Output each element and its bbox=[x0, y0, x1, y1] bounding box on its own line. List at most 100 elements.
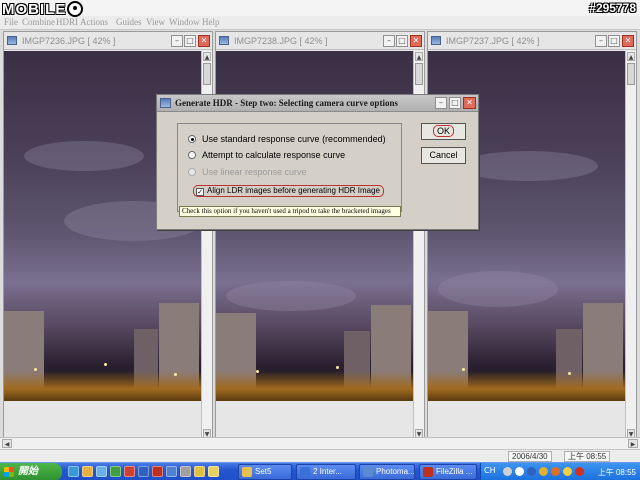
radio-icon bbox=[188, 168, 196, 176]
quicklaunch-desktop-icon[interactable] bbox=[96, 466, 107, 477]
menu-guides[interactable]: Guides bbox=[116, 17, 142, 27]
task-label: Set5 bbox=[255, 467, 272, 476]
cloud bbox=[24, 141, 144, 171]
logo-eye-icon bbox=[67, 1, 84, 17]
task-filezilla[interactable]: FileZilla ... bbox=[419, 464, 477, 480]
quicklaunch-word-icon[interactable] bbox=[138, 466, 149, 477]
ok-button[interactable]: OK bbox=[421, 123, 466, 140]
menu-help[interactable]: Help bbox=[202, 17, 220, 27]
image-icon bbox=[7, 36, 17, 45]
city-lights bbox=[216, 371, 414, 401]
align-ldr-checkbox[interactable]: ✓ Align LDR images before generating HDR … bbox=[193, 185, 384, 197]
tray-icon[interactable] bbox=[563, 467, 572, 476]
quicklaunch-media-icon[interactable] bbox=[194, 466, 205, 477]
scroll-thumb[interactable] bbox=[627, 63, 635, 85]
maximize-button[interactable]: □ bbox=[449, 97, 461, 109]
image-window-title: IMGP7236.JPG [ 42% ] bbox=[22, 36, 116, 46]
ok-label: OK bbox=[432, 125, 454, 137]
quicklaunch-tool-icon[interactable] bbox=[180, 466, 191, 477]
scroll-right-icon[interactable]: ▶ bbox=[628, 439, 638, 448]
browser-icon bbox=[300, 467, 310, 477]
scroll-up-icon[interactable]: ▲ bbox=[415, 52, 423, 61]
start-button[interactable]: 開始 bbox=[0, 463, 62, 480]
dialog-title: Generate HDR - Step two: Selecting camer… bbox=[175, 98, 398, 108]
image-window-title: IMGP7237.JPG [ 42% ] bbox=[446, 36, 540, 46]
minimize-button[interactable]: – bbox=[171, 35, 183, 47]
windows-flag-icon bbox=[4, 467, 14, 477]
maximize-button[interactable]: □ bbox=[184, 35, 196, 47]
image-window-2[interactable]: IMGP7238.JPG [ 42% ] – □ ✕ ▲ ▼ bbox=[215, 31, 425, 441]
scroll-thumb[interactable] bbox=[415, 63, 423, 85]
scroll-up-icon[interactable]: ▲ bbox=[627, 52, 635, 61]
vertical-scrollbar[interactable]: ▲ ▼ bbox=[625, 51, 636, 439]
minimize-button[interactable]: – bbox=[595, 35, 607, 47]
task-internet[interactable]: 2 Inter... bbox=[296, 464, 356, 480]
tray-icon[interactable] bbox=[503, 467, 512, 476]
input-language[interactable]: CH bbox=[484, 466, 496, 475]
tooltip-hint: Check this option if you haven't used a … bbox=[179, 206, 401, 217]
image-icon bbox=[219, 36, 229, 45]
quicklaunch-ie-icon[interactable] bbox=[68, 466, 79, 477]
quicklaunch-shortcut-icon[interactable] bbox=[208, 466, 219, 477]
task-label: Photoma... bbox=[376, 467, 415, 476]
checkbox-label: Align LDR images before generating HDR I… bbox=[207, 186, 380, 195]
scroll-left-icon[interactable]: ◀ bbox=[2, 439, 12, 448]
image-window-titlebar[interactable]: IMGP7237.JPG [ 42% ] – □ ✕ bbox=[428, 32, 636, 50]
menu-actions[interactable]: Actions bbox=[80, 17, 108, 27]
task-photomatix[interactable]: Photoma... bbox=[359, 464, 415, 480]
quicklaunch-photoshop-icon[interactable] bbox=[166, 466, 177, 477]
close-button[interactable]: ✕ bbox=[410, 35, 422, 47]
image-window-title: IMGP7238.JPG [ 42% ] bbox=[234, 36, 328, 46]
light-dot bbox=[104, 363, 107, 366]
start-label: 開始 bbox=[18, 466, 38, 477]
watermark-logo: MOBILE bbox=[2, 1, 84, 21]
maximize-button[interactable]: □ bbox=[396, 35, 408, 47]
minimize-button[interactable]: – bbox=[435, 97, 447, 109]
canvas-empty-area bbox=[4, 401, 202, 438]
scroll-up-icon[interactable]: ▲ bbox=[203, 52, 211, 61]
light-dot bbox=[568, 372, 571, 375]
filezilla-icon bbox=[423, 467, 433, 477]
option-label: Attempt to calculate response curve bbox=[202, 150, 346, 160]
image-window-titlebar[interactable]: IMGP7236.JPG [ 42% ] – □ ✕ bbox=[4, 32, 212, 50]
checkbox-checked-icon[interactable]: ✓ bbox=[196, 188, 204, 196]
tray-icon[interactable] bbox=[527, 467, 536, 476]
menu-window[interactable]: Window bbox=[169, 17, 200, 27]
image-window-titlebar[interactable]: IMGP7238.JPG [ 42% ] – □ ✕ bbox=[216, 32, 424, 50]
menubar: File Combine HDRI Actions Guides View Wi… bbox=[0, 16, 640, 30]
tray-icon[interactable] bbox=[551, 467, 560, 476]
cloud bbox=[226, 281, 356, 311]
task-label: FileZilla ... bbox=[436, 467, 473, 476]
option-standard-curve[interactable]: Use standard response curve (recommended… bbox=[188, 134, 386, 144]
system-tray: CH 上午 08:55 bbox=[480, 463, 640, 480]
post-id: #295778 bbox=[589, 1, 636, 15]
image-window-3[interactable]: IMGP7237.JPG [ 42% ] – □ ✕ ▲ ▼ bbox=[427, 31, 637, 441]
quicklaunch-folder-icon[interactable] bbox=[82, 466, 93, 477]
image-window-1[interactable]: IMGP7236.JPG [ 42% ] – □ ✕ ▲ ▼ bbox=[3, 31, 213, 441]
tray-icon[interactable] bbox=[515, 467, 524, 476]
response-curve-group: Use standard response curve (recommended… bbox=[177, 123, 402, 212]
scroll-thumb[interactable] bbox=[203, 63, 211, 85]
quicklaunch-acrobat-icon[interactable] bbox=[152, 466, 163, 477]
close-button[interactable]: ✕ bbox=[463, 97, 476, 109]
light-dot bbox=[34, 368, 37, 371]
radio-selected-icon[interactable] bbox=[188, 135, 196, 143]
quicklaunch-excel-icon[interactable] bbox=[110, 466, 121, 477]
cancel-button[interactable]: Cancel bbox=[421, 147, 466, 164]
canvas-empty-area bbox=[428, 401, 626, 438]
maximize-button[interactable]: □ bbox=[608, 35, 620, 47]
close-button[interactable]: ✕ bbox=[198, 35, 210, 47]
dialog-titlebar[interactable]: Generate HDR - Step two: Selecting camer… bbox=[157, 95, 478, 112]
menu-view[interactable]: View bbox=[146, 17, 165, 27]
radio-icon[interactable] bbox=[188, 151, 196, 159]
tray-icon[interactable] bbox=[539, 467, 548, 476]
tray-icon[interactable] bbox=[575, 467, 584, 476]
option-calculate-curve[interactable]: Attempt to calculate response curve bbox=[188, 150, 345, 160]
task-set5[interactable]: Set5 bbox=[238, 464, 292, 480]
option-label: Use linear response curve bbox=[202, 167, 307, 177]
horizontal-scrollbar[interactable]: ◀ ▶ bbox=[0, 437, 640, 449]
status-date: 2006/4/30 bbox=[508, 451, 552, 462]
close-button[interactable]: ✕ bbox=[622, 35, 634, 47]
minimize-button[interactable]: – bbox=[383, 35, 395, 47]
quicklaunch-app-icon[interactable] bbox=[124, 466, 135, 477]
